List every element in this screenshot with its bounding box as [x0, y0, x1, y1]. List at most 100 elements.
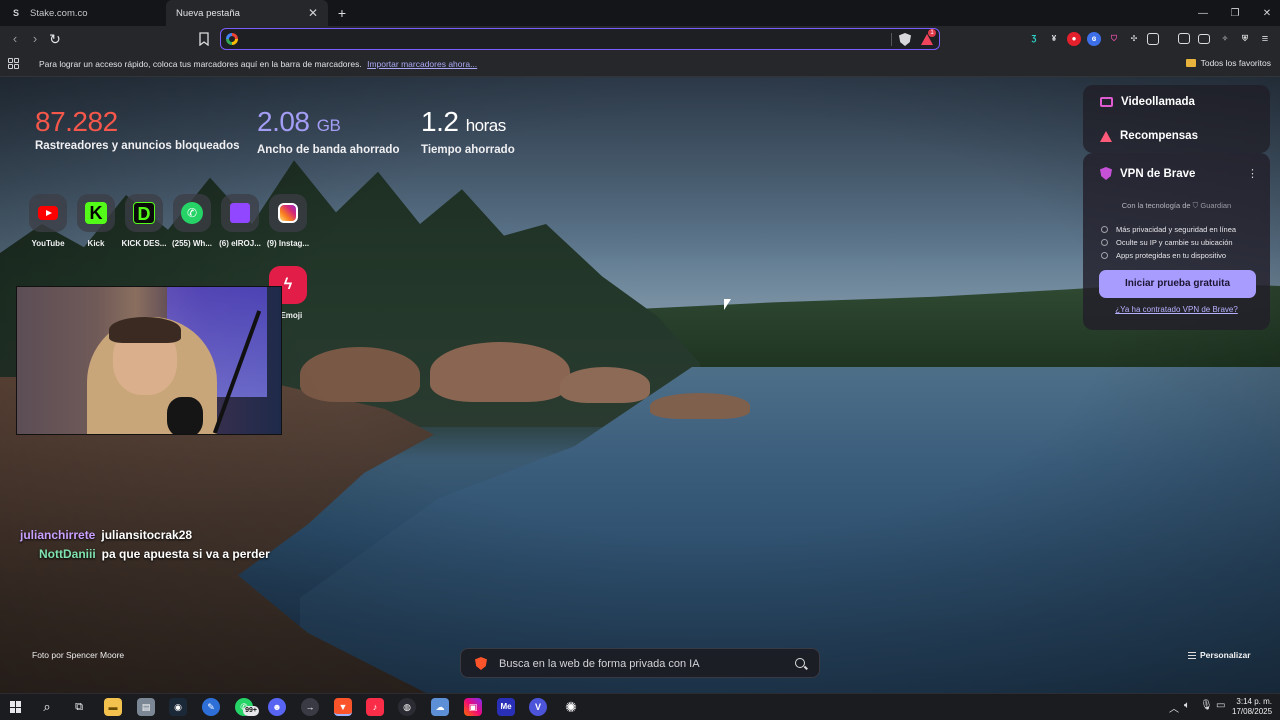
tab-new-tab[interactable]: Nueva pestaña ✕: [166, 0, 328, 26]
task-view-icon[interactable]: ⧉: [70, 698, 88, 716]
search-input[interactable]: [499, 655, 789, 673]
bookmark-icon[interactable]: [198, 32, 210, 46]
tab-title: Stake.com.co: [30, 7, 88, 19]
microphone-icon[interactable]: 🎙︎: [1200, 700, 1213, 711]
wallet-icon[interactable]: [1198, 34, 1210, 44]
address-input[interactable]: [243, 31, 883, 47]
sliders-icon: [1188, 651, 1196, 659]
extension-shield-pink-icon[interactable]: ⛉: [1107, 32, 1121, 46]
tab-strip: S Stake.com.co Nueva pestaña ✕ + — ❐ ✕: [0, 0, 1280, 26]
search-icon[interactable]: ⌕: [38, 698, 56, 716]
extension-pin-icon[interactable]: ¥: [1047, 32, 1061, 46]
extension-translate-icon[interactable]: Ʒ: [1027, 32, 1041, 46]
bandwidth-value: 2.08: [257, 106, 310, 137]
rewards-label: Recompensas: [1120, 130, 1198, 142]
bookmarks-bar: Para lograr un acceso rápido, coloca tus…: [0, 53, 1280, 77]
chat-username: julianchirrete: [20, 528, 96, 542]
time-stat: 1.2 horas Tiempo ahorrado: [421, 105, 515, 156]
check-icon: [1101, 239, 1108, 246]
app-dark-icon[interactable]: ◍: [398, 698, 416, 716]
sidebar-icon[interactable]: [1178, 33, 1190, 44]
search-box[interactable]: [460, 648, 820, 678]
chatgpt-icon[interactable]: ✺: [562, 698, 580, 716]
tab-stake[interactable]: S Stake.com.co: [0, 0, 166, 26]
brave-shields-icon[interactable]: [899, 33, 911, 46]
windows-start-icon[interactable]: [10, 701, 22, 713]
app-icon[interactable]: ▤: [137, 698, 155, 716]
tab-search-icon[interactable]: [1147, 33, 1159, 45]
minimize-button[interactable]: —: [1186, 0, 1220, 26]
top-site-youtube[interactable]: YouTube: [26, 194, 70, 248]
time-label: Tiempo ahorrado: [421, 144, 515, 156]
rewards-widget[interactable]: Recompensas: [1083, 119, 1270, 153]
discord-icon[interactable]: ☻: [268, 698, 286, 716]
toolbar: ‹ › ↻ 1 Ʒ ¥ ● ɞ ⛉ ✣ ✧ ⛨ ≡: [0, 26, 1280, 53]
feature-text: Más privacidad y seguridad en línea: [1116, 225, 1237, 234]
top-site-whatsapp[interactable]: ✆ (255) Wh...: [170, 194, 214, 248]
close-tab-icon[interactable]: ✕: [306, 6, 320, 20]
bandwidth-unit: GB: [316, 116, 341, 135]
start-free-trial-button[interactable]: Iniciar prueba gratuita: [1099, 270, 1256, 298]
top-site-twitch[interactable]: (6) elROJ...: [218, 194, 262, 248]
already-purchased-link[interactable]: ¿Ya ha contratado VPN de Brave?: [1083, 305, 1270, 314]
rewards-triangle-icon: [1100, 130, 1112, 142]
whatsapp-badge: 99+: [243, 706, 259, 716]
extension-red-icon[interactable]: ●: [1067, 32, 1081, 46]
new-tab-button[interactable]: +: [334, 4, 350, 22]
photo-credit[interactable]: Foto por Spencer Moore: [32, 650, 124, 660]
apps-grid-icon[interactable]: [8, 58, 19, 69]
top-site-kick-dashboard[interactable]: D KICK DES...: [122, 194, 166, 248]
vpn-features: Más privacidad y seguridad en línea Ocul…: [1101, 223, 1236, 262]
vpn-feature: Oculte su IP y cambie su ubicación: [1101, 236, 1236, 249]
forward-button[interactable]: ›: [27, 31, 43, 47]
vpn-shield-icon[interactable]: ⛨: [1238, 32, 1252, 46]
import-bookmarks-link[interactable]: Importar marcadores ahora...: [367, 59, 477, 69]
rewards-badge: 1: [928, 29, 936, 37]
menu-icon[interactable]: ≡: [1258, 32, 1272, 46]
mouse-cursor-icon: [724, 299, 731, 310]
app-gradient-icon[interactable]: ▣: [464, 698, 482, 716]
extensions-puzzle-icon[interactable]: ✣: [1127, 32, 1141, 46]
app-v-icon[interactable]: V: [529, 698, 547, 716]
network-icon[interactable]: ▭: [1216, 700, 1225, 711]
all-favorites-button[interactable]: Todos los favoritos: [1185, 58, 1271, 68]
app-me-icon[interactable]: Me: [497, 698, 515, 716]
file-explorer-icon[interactable]: ▬: [104, 698, 122, 716]
customize-button[interactable]: Personalizar: [1188, 650, 1251, 660]
reload-button[interactable]: ↻: [47, 31, 63, 47]
steam-icon[interactable]: ◉: [169, 698, 187, 716]
app-blue-icon[interactable]: ✎: [202, 698, 220, 716]
volume-icon[interactable]: 🔈︎: [1184, 700, 1190, 711]
vpn-widget: VPN de Brave ⋮ Con la tecnología de ⛉ Gu…: [1083, 153, 1270, 330]
top-site-kick[interactable]: K Kick: [74, 194, 118, 248]
videocall-label: Videollamada: [1121, 96, 1195, 108]
vpn-shield-icon: [1100, 167, 1112, 180]
kick-dashboard-icon: D: [133, 202, 155, 224]
top-site-instagram[interactable]: (9) Instag...: [266, 194, 310, 248]
chat-message: NottDaniii pa que apuesta si va a perder: [39, 547, 270, 561]
vpn-title: VPN de Brave: [1120, 167, 1196, 180]
brave-logo-icon: [475, 657, 487, 670]
back-button[interactable]: ‹: [7, 31, 23, 47]
leo-ai-icon[interactable]: ✧: [1218, 32, 1232, 46]
extension-blue-icon[interactable]: ɞ: [1087, 32, 1101, 46]
close-window-button[interactable]: ✕: [1250, 0, 1280, 26]
more-options-icon[interactable]: ⋮: [1247, 167, 1258, 180]
videocall-widget[interactable]: Videollamada: [1083, 85, 1270, 119]
address-bar[interactable]: 1: [220, 28, 940, 50]
time-value: 1.2: [421, 106, 459, 137]
app-cloud-icon[interactable]: ☁: [431, 698, 449, 716]
webcam-overlay: [16, 286, 282, 435]
show-hidden-icons-icon[interactable]: ︿: [1169, 700, 1179, 715]
kick-icon: K: [85, 202, 107, 224]
check-icon: [1101, 226, 1108, 233]
app-arrow-icon[interactable]: →: [301, 698, 319, 716]
restore-button[interactable]: ❐: [1218, 0, 1252, 26]
windows-taskbar: ⌕ ⧉ ▬ ▤ ◉ ✎ ✆ ☻ → ▼ ♪ ◍ ☁ ▣ Me V ✺ ︿ 🔈︎ …: [0, 693, 1280, 720]
brave-browser-icon[interactable]: ▼: [334, 698, 352, 716]
music-icon[interactable]: ♪: [366, 698, 384, 716]
system-clock[interactable]: 3:14 p. m. 17/08/2025: [1232, 697, 1272, 717]
search-icon[interactable]: [795, 658, 805, 668]
powered-by-text: Con la tecnología de: [1121, 201, 1191, 210]
all-favorites-label: Todos los favoritos: [1200, 58, 1271, 68]
